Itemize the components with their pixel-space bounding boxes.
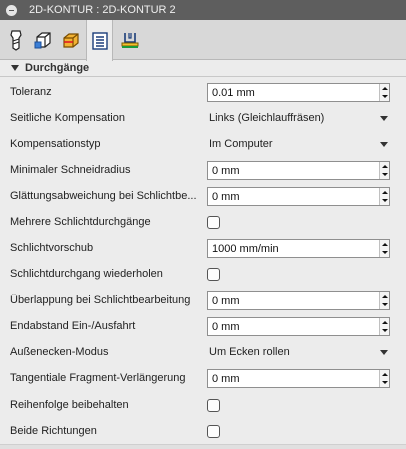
- tab-geometry[interactable]: [29, 20, 56, 60]
- divider: [0, 76, 406, 77]
- spin-down-icon[interactable]: [382, 303, 388, 306]
- finishing-overlap-field: [207, 291, 390, 310]
- tolerance-field: [207, 83, 390, 102]
- finishing-overlap-input[interactable]: [208, 292, 380, 309]
- outer-corner-mode-value: Um Ecken rollen: [209, 346, 290, 358]
- smoothing-deviation-field: [207, 187, 390, 206]
- spin-down-icon[interactable]: [382, 95, 388, 98]
- finishing-overlap-label: Überlappung bei Schlichtbearbeitung: [10, 294, 191, 306]
- tab-passes[interactable]: [86, 20, 113, 61]
- triangle-down-icon: [11, 65, 19, 71]
- row-both-directions: Beide Richtungen: [0, 418, 406, 444]
- spin-up-icon[interactable]: [382, 373, 388, 376]
- tangential-extension-input[interactable]: [208, 370, 380, 387]
- linking-icon: [121, 33, 138, 48]
- row-min-cutting-radius: Minimaler Schneidradius: [0, 157, 406, 183]
- repeat-finishing-pass-checkbox[interactable]: [207, 268, 220, 281]
- finishing-feedrate-input[interactable]: [208, 240, 380, 257]
- dropdown-arrow-icon: [380, 116, 388, 121]
- window-title: 2D-KONTUR : 2D-KONTUR 2: [29, 4, 176, 16]
- tab-linking[interactable]: [116, 20, 143, 60]
- spin-up-icon[interactable]: [382, 295, 388, 298]
- compensation-type-label: Kompensationstyp: [10, 138, 101, 150]
- smoothing-deviation-spinner[interactable]: [379, 188, 389, 205]
- tolerance-spinner[interactable]: [379, 84, 389, 101]
- min-cutting-radius-label: Minimaler Schneidradius: [10, 164, 131, 176]
- side-compensation-select[interactable]: Links (Gleichlauffräsen): [207, 109, 390, 128]
- outer-corner-mode-select[interactable]: Um Ecken rollen: [207, 343, 390, 362]
- finishing-feedrate-field: [207, 239, 390, 258]
- row-lead-end-distance: Endabstand Ein-/Ausfahrt: [0, 313, 406, 339]
- dropdown-arrow-icon: [380, 142, 388, 147]
- smoothing-deviation-input[interactable]: [208, 188, 380, 205]
- row-smoothing-deviation: Glättungsabweichung bei Schlichtbe...: [0, 183, 406, 209]
- row-side-compensation: Seitliche Kompensation Links (Gleichlauf…: [0, 105, 406, 131]
- tangential-extension-spinner[interactable]: [379, 370, 389, 387]
- multiple-finishing-passes-label: Mehrere Schlichtdurchgänge: [10, 216, 151, 228]
- finishing-feedrate-label: Schlichtvorschub: [10, 242, 94, 254]
- min-cutting-radius-spinner[interactable]: [379, 162, 389, 179]
- finishing-overlap-spinner[interactable]: [379, 292, 389, 309]
- preserve-order-checkbox[interactable]: [207, 399, 220, 412]
- side-compensation-label: Seitliche Kompensation: [10, 112, 125, 124]
- collapse-icon[interactable]: [6, 4, 17, 16]
- spin-down-icon[interactable]: [382, 251, 388, 254]
- title-bar: 2D-KONTUR : 2D-KONTUR 2: [0, 0, 406, 20]
- dropdown-arrow-icon: [380, 350, 388, 355]
- scroll-edge: [0, 444, 406, 449]
- row-finishing-feedrate: Schlichtvorschub: [0, 235, 406, 261]
- spin-up-icon[interactable]: [382, 165, 388, 168]
- row-repeat-finishing-pass: Schlichtdurchgang wiederholen: [0, 261, 406, 287]
- lead-end-distance-field: [207, 317, 390, 336]
- side-compensation-value: Links (Gleichlauffräsen): [209, 112, 325, 124]
- compensation-type-value: Im Computer: [209, 138, 273, 150]
- row-compensation-type: Kompensationstyp Im Computer: [0, 131, 406, 157]
- section-title: Durchgänge: [25, 62, 90, 74]
- smoothing-deviation-label: Glättungsabweichung bei Schlichtbe...: [10, 190, 197, 202]
- min-cutting-radius-field: [207, 161, 390, 180]
- row-tolerance: Toleranz: [0, 79, 406, 105]
- lead-end-distance-spinner[interactable]: [379, 318, 389, 335]
- tangential-extension-field: [207, 369, 390, 388]
- spin-up-icon[interactable]: [382, 243, 388, 246]
- heights-icon: [62, 33, 79, 48]
- row-tangential-extension: Tangentiale Fragment-Verlängerung: [0, 365, 406, 391]
- tolerance-label: Toleranz: [10, 86, 52, 98]
- tolerance-input[interactable]: [208, 84, 380, 101]
- min-cutting-radius-input[interactable]: [208, 162, 380, 179]
- tangential-extension-label: Tangentiale Fragment-Verlängerung: [10, 372, 186, 384]
- spin-down-icon[interactable]: [382, 329, 388, 332]
- spin-down-icon[interactable]: [382, 381, 388, 384]
- spin-up-icon[interactable]: [382, 191, 388, 194]
- row-multiple-finishing-passes: Mehrere Schlichtdurchgänge: [0, 209, 406, 235]
- spin-up-icon[interactable]: [382, 321, 388, 324]
- tab-bar: [0, 20, 406, 61]
- tool-icon: [9, 30, 22, 51]
- tab-heights[interactable]: [57, 20, 84, 60]
- outer-corner-mode-label: Außenecken-Modus: [10, 346, 109, 358]
- both-directions-label: Beide Richtungen: [10, 425, 97, 437]
- tab-tool[interactable]: [2, 20, 29, 60]
- preserve-order-label: Reihenfolge beibehalten: [10, 399, 129, 411]
- spin-down-icon[interactable]: [382, 173, 388, 176]
- lead-end-distance-label: Endabstand Ein-/Ausfahrt: [10, 320, 136, 332]
- section-header-passes[interactable]: Durchgänge: [0, 60, 406, 76]
- row-preserve-order: Reihenfolge beibehalten: [0, 392, 406, 418]
- row-finishing-overlap: Überlappung bei Schlichtbearbeitung: [0, 287, 406, 313]
- passes-icon: [91, 31, 108, 50]
- multiple-finishing-passes-checkbox[interactable]: [207, 216, 220, 229]
- spin-down-icon[interactable]: [382, 199, 388, 202]
- spin-up-icon[interactable]: [382, 87, 388, 90]
- geometry-icon: [34, 32, 51, 49]
- finishing-feedrate-spinner[interactable]: [379, 240, 389, 257]
- repeat-finishing-pass-label: Schlichtdurchgang wiederholen: [10, 268, 163, 280]
- both-directions-checkbox[interactable]: [207, 425, 220, 438]
- lead-end-distance-input[interactable]: [208, 318, 380, 335]
- compensation-type-select[interactable]: Im Computer: [207, 135, 390, 154]
- row-outer-corner-mode: Außenecken-Modus Um Ecken rollen: [0, 339, 406, 365]
